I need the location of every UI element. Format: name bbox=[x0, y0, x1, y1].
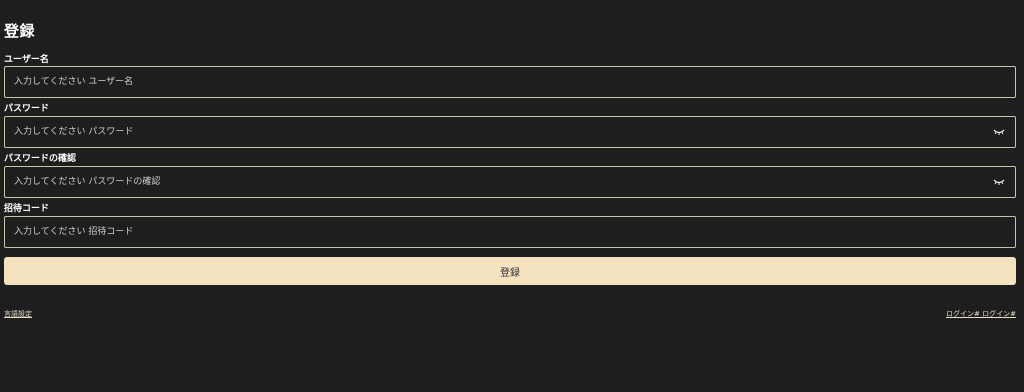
register-page: 登録 ユーザー名 パスワード パスワードの確認 bbox=[0, 0, 1024, 392]
password-label: パスワード bbox=[4, 104, 50, 114]
invite-code-input[interactable] bbox=[5, 217, 1015, 247]
password-field-box bbox=[4, 116, 1016, 148]
invite-code-field-box bbox=[4, 216, 1016, 248]
page-title: 登録 bbox=[4, 22, 36, 40]
username-label: ユーザー名 bbox=[4, 55, 49, 65]
password-confirm-input[interactable] bbox=[5, 167, 991, 197]
password-input[interactable] bbox=[5, 117, 991, 147]
eye-closed-icon[interactable] bbox=[991, 174, 1007, 190]
username-input[interactable] bbox=[5, 67, 1015, 97]
eye-closed-icon[interactable] bbox=[991, 124, 1007, 140]
invite-code-label: 招待コード bbox=[4, 204, 50, 214]
username-field-box bbox=[4, 66, 1016, 98]
password-confirm-label: パスワードの確認 bbox=[4, 154, 77, 164]
password-confirm-field-box bbox=[4, 166, 1016, 198]
login-link[interactable]: ログイン# ログイン# bbox=[946, 309, 1016, 319]
language-settings-link[interactable]: 言語設定 bbox=[4, 309, 32, 319]
register-button[interactable]: 登録 bbox=[4, 257, 1016, 285]
